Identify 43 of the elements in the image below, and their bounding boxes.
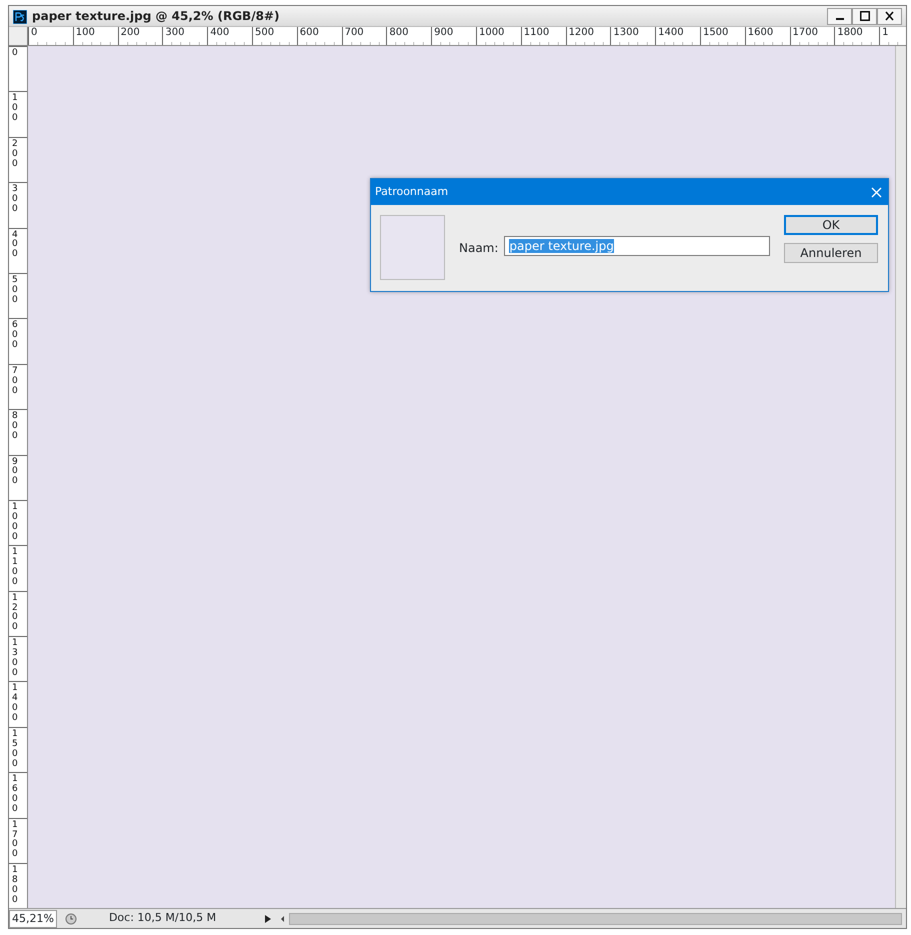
ruler-label: 1100	[12, 548, 18, 588]
play-arrow-icon[interactable]	[264, 914, 272, 924]
pattern-preview	[380, 215, 445, 280]
close-icon[interactable]	[871, 186, 882, 198]
dialog-title: Patroonnaam	[375, 184, 448, 200]
maximize-icon	[860, 11, 870, 21]
document-size: Doc: 10,5 M/10,5 M	[108, 910, 216, 926]
cancel-button[interactable]: Annuleren	[784, 243, 878, 263]
ruler-label: 1200	[566, 27, 610, 45]
status-icon	[64, 912, 77, 924]
ruler-label: 800	[12, 412, 18, 442]
ruler-label: 600	[12, 321, 18, 352]
ruler-label: 700	[12, 366, 18, 396]
ruler-label: 300	[12, 185, 18, 215]
ruler-label: 1200	[12, 594, 18, 634]
ruler-label: 200	[12, 140, 18, 170]
ruler-label: 1400	[12, 684, 18, 724]
ruler-label: 1300	[12, 639, 18, 679]
maximize-button[interactable]	[852, 8, 877, 24]
ruler-label: 1600	[12, 775, 18, 815]
minimize-button[interactable]	[827, 8, 852, 24]
close-button[interactable]	[877, 8, 902, 24]
ruler-label: 1000	[12, 502, 18, 542]
window-title: paper texture.jpg @ 45,2% (RGB/8#)	[32, 8, 280, 25]
ruler-label: 700	[342, 27, 386, 45]
vertical-scrollbar[interactable]	[895, 46, 906, 908]
ruler-label: 400	[12, 230, 18, 260]
ruler-label: 200	[118, 27, 162, 45]
minimize-icon	[836, 18, 844, 20]
ruler-label: 1700	[790, 27, 834, 45]
ruler-label: 100	[12, 94, 18, 124]
ruler-label: 0	[12, 49, 18, 59]
left-arrow-icon[interactable]	[280, 914, 286, 922]
field-label: Naam:	[459, 240, 498, 257]
close-icon	[885, 11, 894, 21]
ruler-label: 900	[12, 458, 18, 488]
zoom-level[interactable]: 45,21%	[9, 910, 57, 928]
ok-button[interactable]: OK	[784, 215, 878, 235]
horizontal-scrollbar[interactable]	[289, 912, 902, 924]
ruler-label: 1800	[12, 866, 18, 906]
ruler-label: 1700	[12, 820, 18, 860]
ruler-label: 1500	[12, 730, 18, 770]
ruler-label: 500	[12, 276, 18, 306]
